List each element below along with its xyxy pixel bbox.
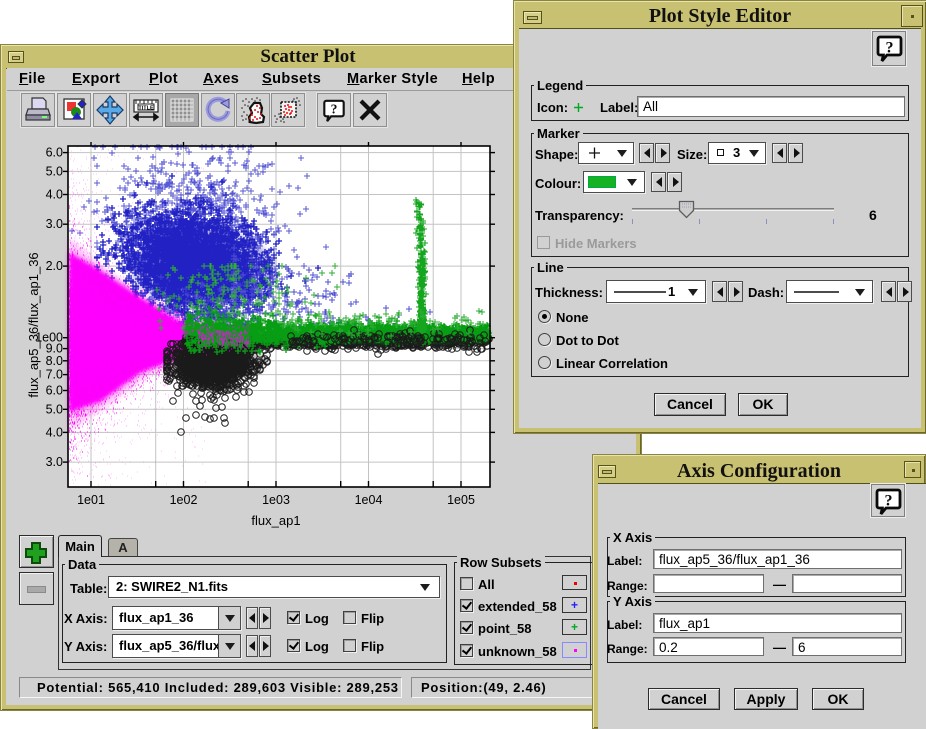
svg-text:7.0: 7.0 (46, 368, 63, 382)
svg-text:1e05: 1e05 (447, 493, 475, 507)
svg-text:TITLE: TITLE (138, 106, 154, 112)
svg-text:6.0: 6.0 (46, 384, 63, 398)
svg-text:6.0: 6.0 (46, 146, 63, 160)
svg-text:1e02: 1e02 (170, 493, 198, 507)
svg-text:4.0: 4.0 (46, 425, 63, 439)
svg-text:5.0: 5.0 (46, 402, 63, 416)
svg-text:4.0: 4.0 (46, 188, 63, 202)
svg-text:flux_ap1: flux_ap1 (251, 513, 300, 528)
svg-text:?: ? (885, 493, 893, 510)
svg-text:3.0: 3.0 (46, 217, 63, 231)
svg-text:1e01: 1e01 (77, 493, 105, 507)
svg-text:2.0: 2.0 (46, 259, 63, 273)
svg-text:3.0: 3.0 (46, 455, 63, 469)
svg-text:5.0: 5.0 (46, 164, 63, 178)
svg-text:flux_ap5_36/flux_ap1_36: flux_ap5_36/flux_ap1_36 (26, 252, 41, 397)
svg-text:8.0: 8.0 (46, 354, 63, 368)
svg-text:1e03: 1e03 (262, 493, 290, 507)
svg-text:?: ? (886, 40, 894, 57)
svg-text:1e04: 1e04 (355, 493, 383, 507)
svg-text:?: ? (331, 101, 338, 116)
